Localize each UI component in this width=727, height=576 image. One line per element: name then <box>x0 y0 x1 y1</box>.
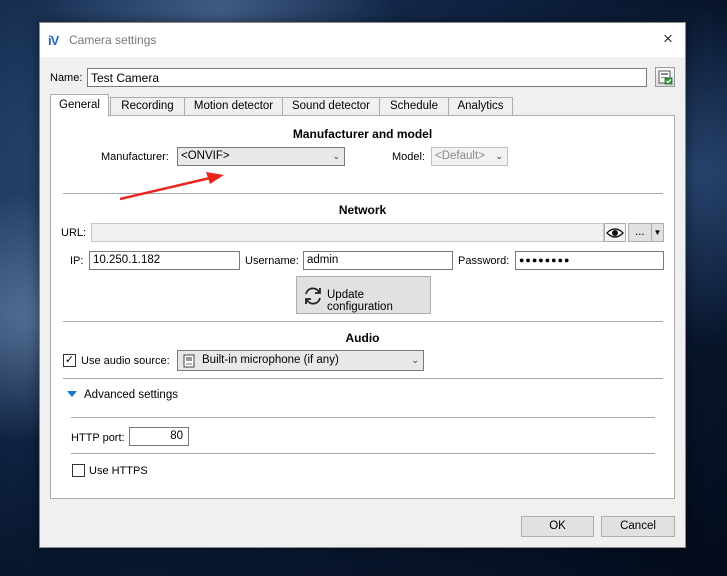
refresh-icon <box>305 287 321 305</box>
save-name-button[interactable] <box>655 67 675 87</box>
password-input[interactable]: ●●●●●●●● <box>515 251 664 270</box>
name-input[interactable] <box>87 68 647 87</box>
app-icon: iV <box>48 33 59 48</box>
http-port-input[interactable]: 80 <box>129 427 189 446</box>
audio-source-select[interactable]: Built-in microphone (if any) ⌄ <box>177 350 424 371</box>
ip-label: IP: <box>70 255 84 267</box>
password-label: Password: <box>458 255 510 267</box>
name-label: Name: <box>50 72 83 84</box>
username-input[interactable]: admin <box>303 251 453 270</box>
section-divider <box>63 193 663 194</box>
model-value: <Default> <box>435 150 485 162</box>
cancel-button[interactable]: Cancel <box>601 516 675 537</box>
network-section-title: Network <box>338 203 387 217</box>
manufacturer-section-title: Manufacturer and model <box>292 127 433 141</box>
tab-recording[interactable]: Recording <box>110 97 185 116</box>
close-icon[interactable]: × <box>657 29 679 51</box>
title-bar: iV Camera settings × <box>40 23 685 57</box>
general-tab-panel: Manufacturer and model Manufacturer: <ON… <box>50 115 675 499</box>
camera-settings-dialog: iV Camera settings × Name: General Recor… <box>39 22 686 548</box>
tab-sound-detector[interactable]: Sound detector <box>282 97 380 116</box>
advanced-divider <box>71 417 655 418</box>
expand-triangle-icon[interactable] <box>67 391 77 397</box>
update-configuration-label: Update configuration <box>327 289 393 313</box>
url-input[interactable] <box>91 223 604 242</box>
url-label: URL: <box>61 227 87 239</box>
tab-motion-detector[interactable]: Motion detector <box>184 97 283 116</box>
use-audio-label: Use audio source: <box>81 355 170 367</box>
ip-input[interactable]: 10.250.1.182 <box>89 251 240 270</box>
dropdown-arrow-icon[interactable]: ▼ <box>651 224 663 241</box>
url-more-button[interactable]: ... ▼ <box>628 223 664 242</box>
show-url-button[interactable] <box>604 223 626 242</box>
section-divider <box>63 378 663 379</box>
http-port-label: HTTP port: <box>71 432 125 444</box>
manufacturer-value: <ONVIF> <box>181 150 230 162</box>
chevron-down-icon: ⌄ <box>332 151 340 161</box>
use-https-checkbox[interactable] <box>72 464 85 477</box>
model-label: Model: <box>392 151 426 163</box>
more-label: ... <box>635 226 645 238</box>
audio-source-value: Built-in microphone (if any) <box>202 354 339 366</box>
microphone-device-icon <box>183 354 195 368</box>
section-divider <box>63 321 663 322</box>
manufacturer-select[interactable]: <ONVIF> ⌄ <box>177 147 345 166</box>
use-audio-checkbox[interactable]: ✓ <box>63 354 76 367</box>
window-title: Camera settings <box>69 33 157 47</box>
tab-schedule[interactable]: Schedule <box>379 97 449 116</box>
username-label: Username: <box>245 255 299 267</box>
ok-button[interactable]: OK <box>521 516 594 537</box>
save-icon <box>658 70 673 85</box>
tab-general[interactable]: General <box>50 94 109 117</box>
advanced-settings-toggle[interactable]: Advanced settings <box>84 389 178 401</box>
manufacturer-label: Manufacturer: <box>101 151 169 163</box>
update-configuration-button[interactable]: Update configuration <box>296 276 431 314</box>
tab-analytics[interactable]: Analytics <box>448 97 513 116</box>
advanced-divider <box>71 453 655 454</box>
model-select[interactable]: <Default> ⌄ <box>431 147 508 166</box>
audio-section-title: Audio <box>345 331 380 345</box>
eye-icon <box>606 228 624 238</box>
chevron-down-icon: ⌄ <box>411 355 419 365</box>
chevron-down-icon: ⌄ <box>495 151 503 161</box>
use-https-label: Use HTTPS <box>89 465 148 477</box>
